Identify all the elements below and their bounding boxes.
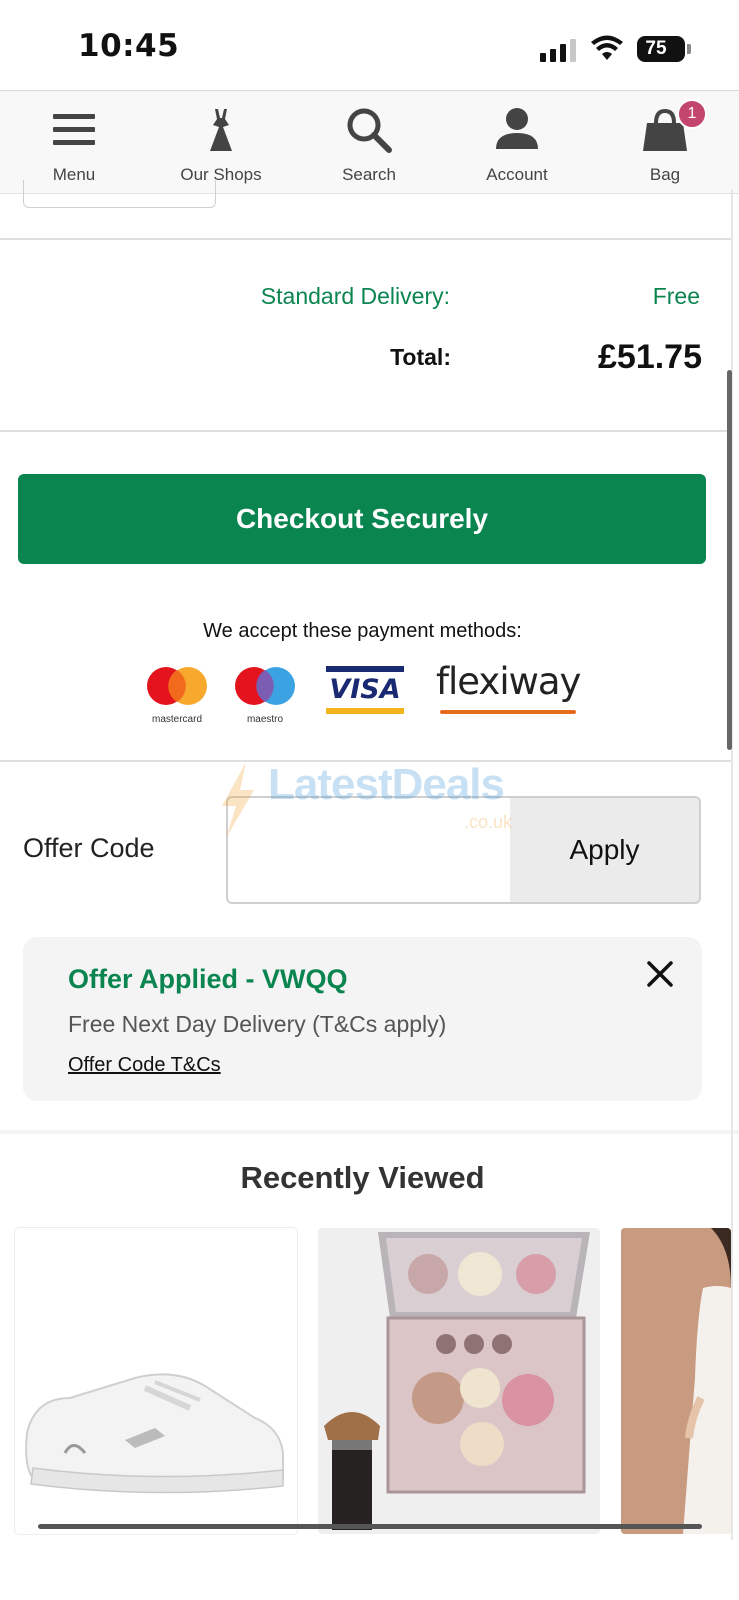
flexiway-underline (440, 710, 576, 714)
offer-applied-title: Offer Applied - VWQQ (68, 964, 348, 994)
status-bar: 10:45 75 (0, 0, 739, 90)
payment-caption: We accept these payment methods: (203, 620, 522, 642)
divider (0, 430, 731, 432)
mastercard-logo: mastercard (146, 666, 208, 725)
hamburger-icon (53, 114, 95, 145)
vertical-scrollbar[interactable] (727, 370, 732, 750)
offer-applied-panel: Offer Applied - VWQQ Free Next Day Deliv… (23, 937, 702, 1101)
offer-code-label: Offer Code (23, 833, 155, 863)
visa-text: VISA (329, 674, 401, 705)
section-divider (0, 1130, 739, 1134)
recently-viewed-card[interactable] (318, 1228, 600, 1534)
battery-cap (687, 44, 691, 54)
maestro-logo: maestro (234, 666, 296, 725)
total-value: £51.75 (598, 338, 702, 376)
bag-count-badge: 1 (677, 99, 707, 129)
horizontal-scroll-indicator[interactable] (38, 1524, 702, 1529)
user-icon (496, 108, 538, 149)
battery-icon: 75 (637, 36, 685, 62)
checkout-button[interactable]: Checkout Securely (18, 474, 706, 564)
flexiway-text: flexiway (436, 660, 581, 703)
recently-viewed-card[interactable] (15, 1228, 297, 1534)
signal-icon (540, 38, 580, 62)
mastercard-text: mastercard (151, 714, 202, 725)
model-dress-image (621, 1228, 731, 1534)
delivery-value: Free (652, 283, 700, 309)
close-icon[interactable] (643, 957, 677, 991)
apply-button[interactable]: Apply (510, 796, 701, 904)
offer-code-input[interactable] (226, 796, 511, 904)
makeup-palette-image (324, 1232, 590, 1530)
flexiway-logo: flexiway (436, 660, 581, 716)
partial-input-box (23, 180, 216, 208)
nav-account-label: Account (486, 165, 548, 184)
mastercard-icon (147, 667, 207, 705)
wifi-icon (591, 35, 623, 60)
visa-top-band (326, 666, 404, 672)
sneaker-image (25, 1373, 284, 1494)
dress-icon (210, 109, 232, 151)
divider (0, 760, 731, 762)
offer-applied-description: Free Next Day Delivery (T&Cs apply) (68, 1011, 447, 1037)
status-time: 10:45 (78, 28, 180, 64)
nav-search[interactable]: Search (309, 91, 429, 195)
search-icon (347, 108, 392, 153)
delivery-label: Standard Delivery: (260, 283, 450, 309)
total-label: Total: (390, 344, 451, 370)
maestro-text: maestro (246, 714, 284, 725)
maestro-icon (235, 667, 295, 705)
nav-bag-label: Bag (649, 165, 681, 184)
nav-search-label: Search (342, 165, 396, 184)
divider (0, 238, 731, 240)
top-nav-bar: Menu Our Shops Search Account 1 Bag (0, 90, 739, 194)
visa-logo: VISA (326, 666, 404, 714)
nav-bag[interactable]: 1 Bag (605, 91, 725, 195)
battery-level: 75 (645, 38, 667, 59)
recently-viewed-card[interactable] (621, 1228, 731, 1534)
offer-tcs-link[interactable]: Offer Code T&Cs (68, 1054, 221, 1077)
recently-viewed-title: Recently Viewed (240, 1160, 485, 1195)
nav-account[interactable]: Account (457, 91, 577, 195)
visa-bottom-band (326, 708, 404, 714)
